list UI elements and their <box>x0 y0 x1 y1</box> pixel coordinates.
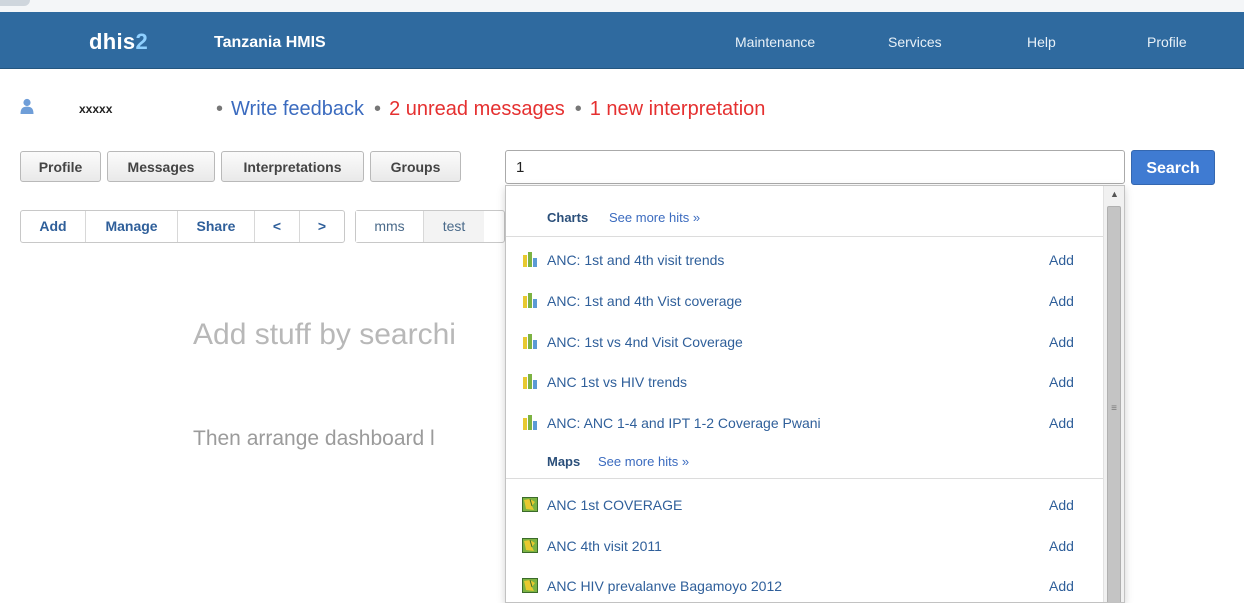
map-icon <box>522 538 538 553</box>
list-item[interactable]: ANC: 1st and 4th Vist coverage Add <box>506 280 1103 320</box>
messages-button[interactable]: Messages <box>107 151 215 182</box>
bullet: • <box>574 98 582 120</box>
scroll-grip-icon: ≡ <box>1111 403 1117 414</box>
dashboard-tabs: mms test <box>355 210 505 243</box>
list-item[interactable]: ANC 1st COVERAGE Add <box>506 484 1103 524</box>
chart-icon <box>523 252 537 267</box>
dropdown-scrollbar[interactable]: ▲ ≡ <box>1103 186 1124 602</box>
add-result-button[interactable]: Add <box>1049 497 1074 513</box>
chart-icon <box>523 374 537 389</box>
chart-icon <box>523 415 537 430</box>
result-name[interactable]: ANC: ANC 1-4 and IPT 1-2 Coverage Pwani <box>547 415 821 431</box>
result-name[interactable]: ANC HIV prevalanve Bagamoyo 2012 <box>547 578 782 594</box>
interpretations-button[interactable]: Interpretations <box>221 151 364 182</box>
user-icon <box>20 98 34 114</box>
manage-button[interactable]: Manage <box>86 211 178 242</box>
dashboard-tab-test[interactable]: test <box>424 211 484 242</box>
add-result-button[interactable]: Add <box>1049 415 1074 431</box>
search-input[interactable] <box>505 150 1125 184</box>
nav-profile[interactable]: Profile <box>1147 34 1187 50</box>
add-result-button[interactable]: Add <box>1049 252 1074 268</box>
dashboard-tab-mms[interactable]: mms <box>356 211 424 242</box>
empty-dashboard-hint: Add stuff by searchi <box>193 318 456 351</box>
add-result-button[interactable]: Add <box>1049 578 1074 594</box>
list-item[interactable]: ANC HIV prevalanve Bagamoyo 2012 Add <box>506 565 1103 602</box>
chart-icon <box>523 334 537 349</box>
app-header: dhis2 Tanzania HMIS Maintenance Services… <box>0 12 1244 69</box>
list-item[interactable]: ANC 1st vs HIV trends Add <box>506 361 1103 401</box>
add-result-button[interactable]: Add <box>1049 334 1074 350</box>
arrange-dashboard-hint: Then arrange dashboard l <box>193 427 435 450</box>
bullet: • <box>374 98 382 120</box>
scroll-thumb[interactable]: ≡ <box>1107 206 1121 602</box>
list-item[interactable]: ANC: 1st and 4th visit trends Add <box>506 239 1103 279</box>
profile-button[interactable]: Profile <box>20 151 101 182</box>
top-strip <box>0 0 1244 12</box>
result-name[interactable]: ANC 1st COVERAGE <box>547 497 682 513</box>
next-button[interactable]: > <box>300 211 344 242</box>
list-item[interactable]: ANC: ANC 1-4 and IPT 1-2 Coverage Pwani … <box>506 402 1103 442</box>
search-button[interactable]: Search <box>1131 150 1215 185</box>
nav-maintenance[interactable]: Maintenance <box>735 34 815 50</box>
prev-button[interactable]: < <box>255 211 300 242</box>
result-name[interactable]: ANC 4th visit 2011 <box>547 538 662 554</box>
charts-section-header: Charts See more hits » <box>506 198 1103 237</box>
list-item[interactable]: ANC: 1st vs 4nd Visit Coverage Add <box>506 321 1103 361</box>
new-interpretation-link[interactable]: 1 new interpretation <box>590 98 766 120</box>
logo-text: dhis <box>89 29 136 54</box>
share-button[interactable]: Share <box>178 211 255 242</box>
maps-section-header: Maps See more hits » <box>506 442 1103 479</box>
result-name[interactable]: ANC: 1st and 4th visit trends <box>547 252 724 268</box>
add-result-button[interactable]: Add <box>1049 538 1074 554</box>
add-result-button[interactable]: Add <box>1049 374 1074 390</box>
result-name[interactable]: ANC: 1st vs 4nd Visit Coverage <box>547 334 743 350</box>
nav-services[interactable]: Services <box>888 34 942 50</box>
search-results-dropdown: Charts See more hits » ANC: 1st and 4th … <box>505 185 1125 603</box>
list-item[interactable]: ANC 4th visit 2011 Add <box>506 525 1103 565</box>
nav-help[interactable]: Help <box>1027 34 1056 50</box>
logo-number: 2 <box>135 29 148 54</box>
unread-messages-link[interactable]: 2 unread messages <box>389 98 565 120</box>
map-icon <box>522 497 538 512</box>
maps-section-title: Maps <box>547 454 581 469</box>
dhis2-logo[interactable]: dhis2 <box>89 29 148 55</box>
charts-more-hits-link[interactable]: See more hits » <box>609 210 700 225</box>
result-name[interactable]: ANC 1st vs HIV trends <box>547 374 687 390</box>
write-feedback-link[interactable]: Write feedback <box>231 98 364 120</box>
charts-section-title: Charts <box>547 210 589 225</box>
corner-sliver <box>0 0 30 6</box>
result-name[interactable]: ANC: 1st and 4th Vist coverage <box>547 293 742 309</box>
map-icon <box>522 578 538 593</box>
groups-button[interactable]: Groups <box>370 151 461 182</box>
app-name[interactable]: Tanzania HMIS <box>214 34 326 52</box>
bullet: • <box>216 98 224 120</box>
username[interactable]: xxxxx <box>79 102 112 116</box>
maps-more-hits-link[interactable]: See more hits » <box>598 454 689 469</box>
chart-icon <box>523 293 537 308</box>
activity-feed: • Write feedback • 2 unread messages • 1 new … <box>216 98 775 121</box>
scroll-up-arrow-icon[interactable]: ▲ <box>1104 186 1124 203</box>
dashboard-actions: Add Manage Share < > <box>20 210 345 243</box>
add-button[interactable]: Add <box>21 211 86 242</box>
add-result-button[interactable]: Add <box>1049 293 1074 309</box>
